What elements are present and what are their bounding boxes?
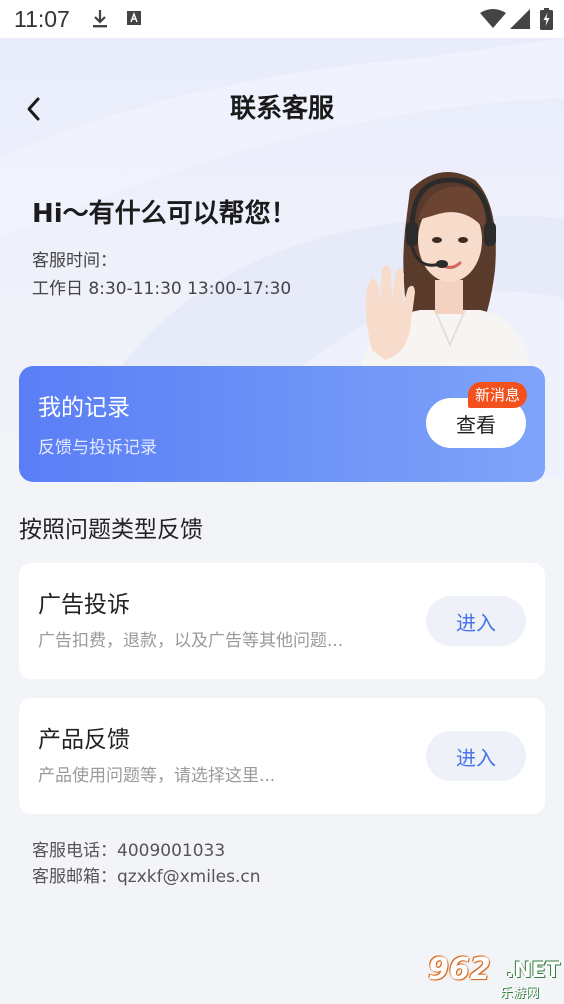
customer-service-agent-illustration bbox=[360, 172, 530, 370]
battery-icon bbox=[540, 8, 553, 30]
feedback-card-title: 产品反馈 bbox=[38, 727, 130, 753]
watermark-number: 962 bbox=[428, 952, 491, 987]
record-card-subtitle: 反馈与投诉记录 bbox=[38, 438, 157, 458]
feedback-card-description: 广告扣费，退款，以及广告等其他问题... bbox=[38, 631, 344, 651]
enter-ad-complaint-button[interactable]: 进入 bbox=[426, 596, 526, 646]
service-phone: 客服电话：4009001033 bbox=[32, 841, 226, 861]
my-records-card[interactable]: 我的记录 反馈与投诉记录 查看 新消息 bbox=[19, 366, 545, 482]
ad-complaint-card[interactable]: 广告投诉 广告扣费，退款，以及广告等其他问题... 进入 bbox=[19, 563, 545, 679]
service-email: 客服邮箱：qzxkf@xmiles.cn bbox=[32, 867, 261, 887]
a-notification-icon bbox=[127, 11, 141, 25]
section-title: 按照问题类型反馈 bbox=[19, 517, 203, 543]
watermark-suffix: .NET bbox=[506, 958, 561, 982]
watermark-subtitle: 乐游网 bbox=[500, 986, 540, 1001]
signal-icon bbox=[510, 9, 530, 29]
status-bar: 11:07 bbox=[0, 0, 564, 38]
greeting-text: Hi～有什么可以帮您！ bbox=[32, 199, 297, 229]
record-card-title: 我的记录 bbox=[38, 395, 130, 421]
service-hours-value: 工作日 8:30-11:30 13:00-17:30 bbox=[32, 279, 292, 299]
site-watermark: 962 .NET 乐游网 bbox=[424, 952, 561, 1001]
page-title: 联系客服 bbox=[229, 94, 334, 124]
status-time: 11:07 bbox=[14, 6, 70, 32]
download-icon bbox=[93, 10, 107, 28]
feedback-card-title: 广告投诉 bbox=[38, 592, 130, 618]
new-message-badge: 新消息 bbox=[468, 382, 528, 408]
feedback-card-description: 产品使用问题等，请选择这里... bbox=[38, 766, 276, 786]
wifi-icon bbox=[480, 9, 506, 28]
product-feedback-card[interactable]: 产品反馈 产品使用问题等，请选择这里... 进入 bbox=[19, 698, 545, 814]
enter-product-feedback-button[interactable]: 进入 bbox=[426, 731, 526, 781]
service-hours-label: 客服时间： bbox=[32, 251, 117, 271]
